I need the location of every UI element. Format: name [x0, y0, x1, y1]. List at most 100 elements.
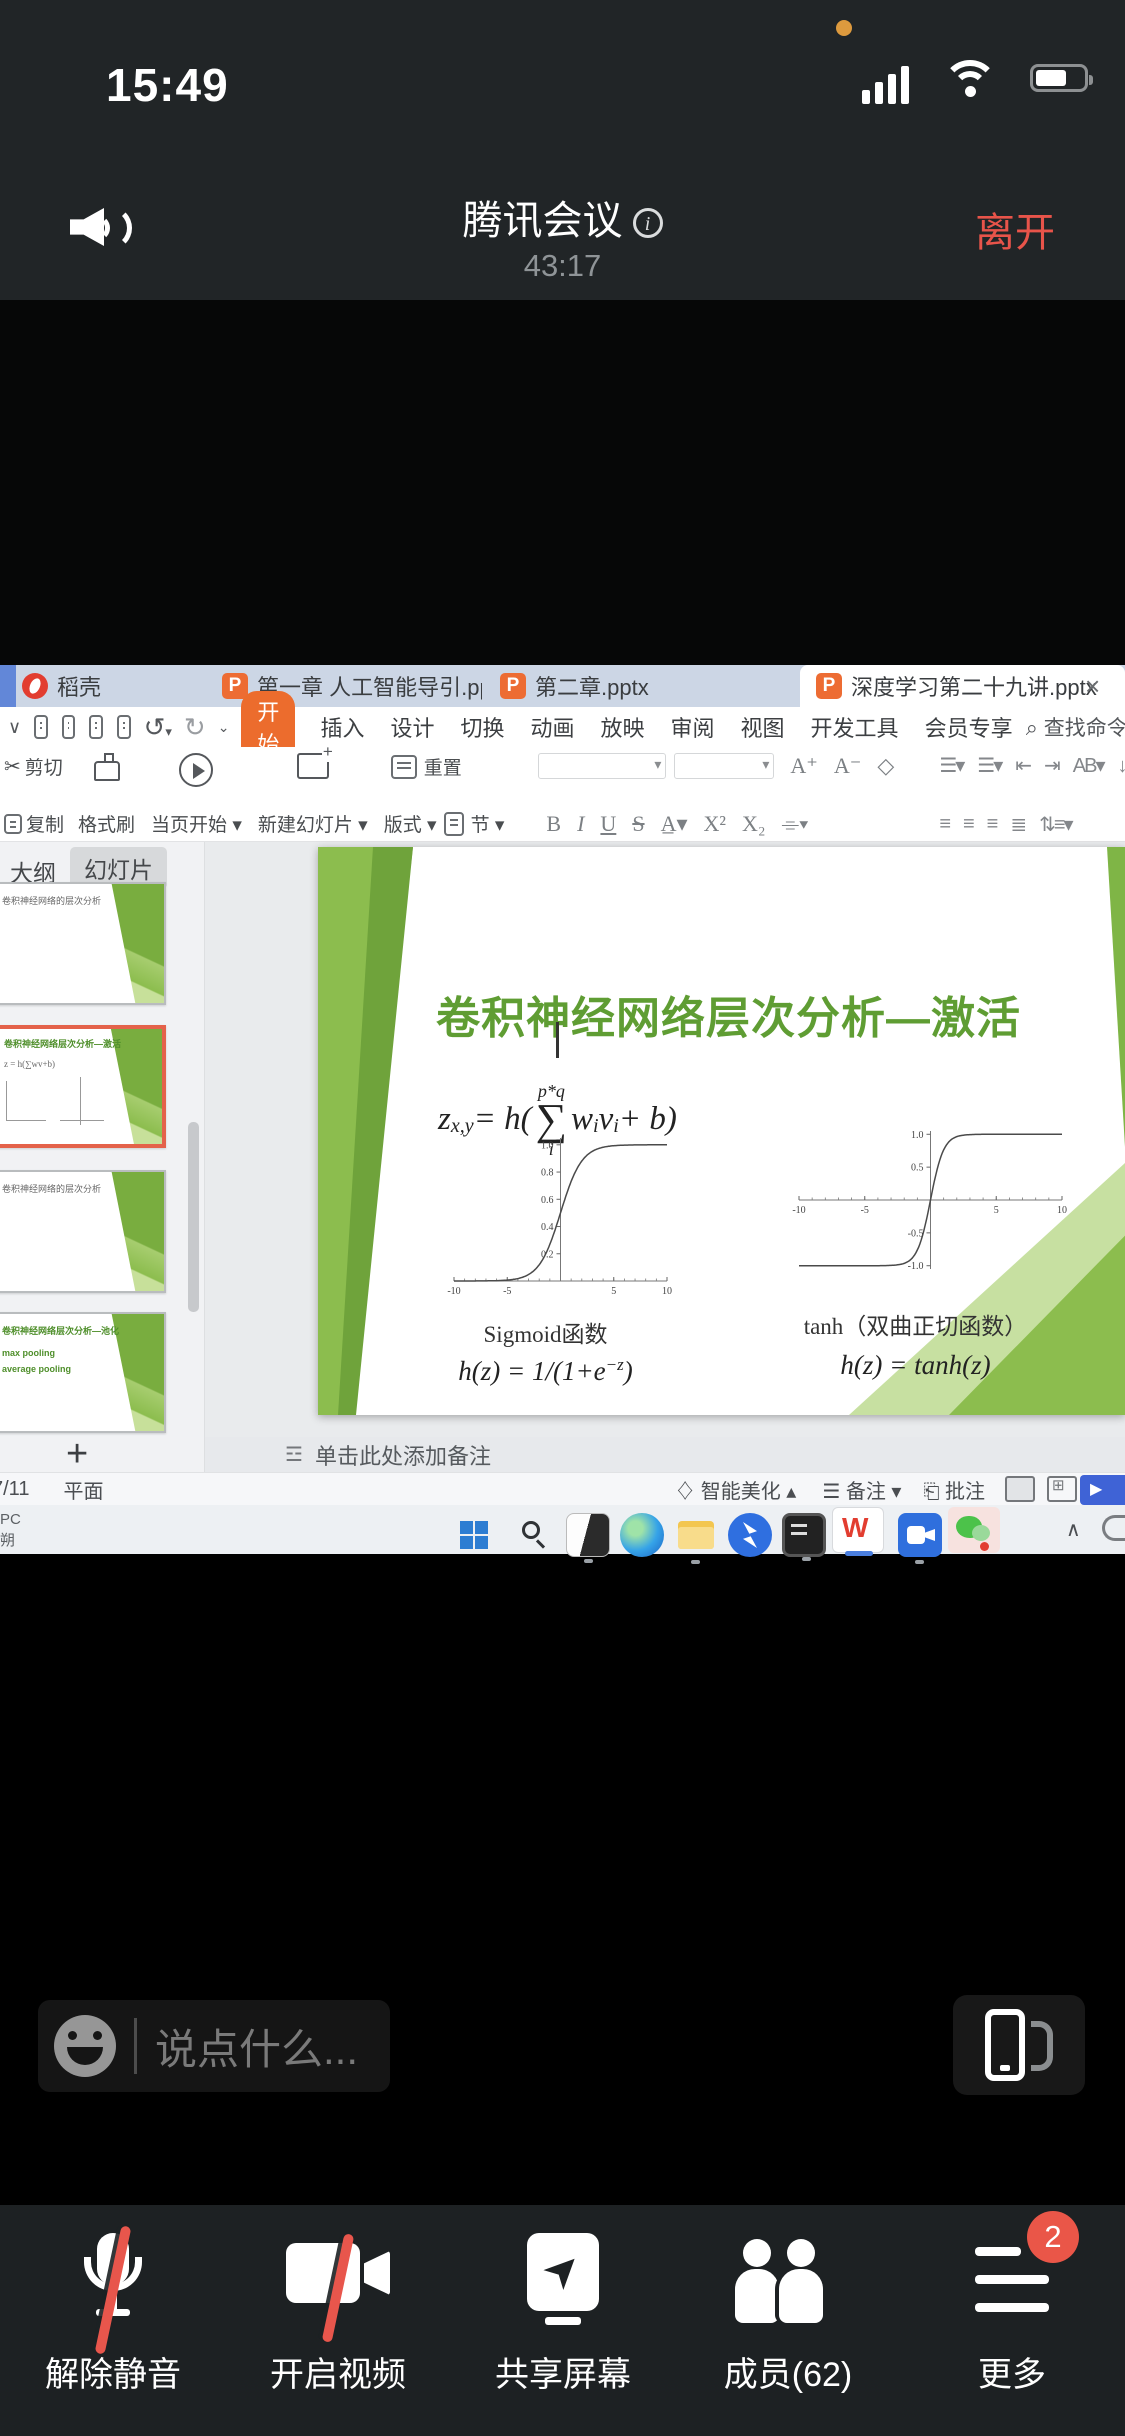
- wps-app-icon-active[interactable]: W: [832, 1507, 884, 1553]
- redo-icon[interactable]: ↻: [184, 712, 206, 743]
- menu-membership[interactable]: 会员专享: [925, 711, 1013, 743]
- italic-button[interactable]: I: [577, 811, 584, 837]
- layout-button[interactable]: 版式 ▾: [384, 810, 437, 837]
- print-icon[interactable]: [89, 715, 103, 739]
- copy-icon: [4, 814, 22, 834]
- new-slide-button[interactable]: 新建幻灯片 ▾: [258, 753, 368, 837]
- bold-button[interactable]: B: [546, 811, 561, 837]
- unmute-button[interactable]: 解除静音: [0, 2233, 226, 2396]
- align-right-button[interactable]: ≡: [987, 813, 997, 836]
- sort-button[interactable]: ↓A▾: [1118, 753, 1125, 778]
- start-video-button[interactable]: 开启视频: [225, 2233, 451, 2396]
- bullet-list-button[interactable]: ☰▾: [939, 753, 963, 778]
- feishu-like-app-icon[interactable]: [728, 1513, 772, 1557]
- command-search[interactable]: ⌕ 查找命令、搜索模板: [1026, 712, 1125, 742]
- tab-close-icon[interactable]: ×: [1085, 671, 1100, 702]
- info-icon[interactable]: i: [633, 208, 663, 238]
- decrease-indent-button[interactable]: ⇤: [1015, 753, 1030, 778]
- menu-design[interactable]: 设计: [390, 711, 434, 743]
- more-button[interactable]: 2 更多: [899, 2233, 1125, 2396]
- taskbar-tray-chevron-icon[interactable]: ∧: [1066, 1517, 1081, 1542]
- undo-icon[interactable]: ↺▾: [144, 712, 172, 743]
- section-button[interactable]: 节 ▾: [471, 810, 505, 837]
- increase-font-icon[interactable]: A⁺: [790, 753, 818, 779]
- normal-view-button[interactable]: [1005, 1476, 1035, 1502]
- add-slide-button[interactable]: +: [66, 1433, 88, 1476]
- share-screen-button[interactable]: ➤ 共享屏幕: [450, 2233, 676, 2396]
- taskbar-widgets-icon[interactable]: [566, 1513, 610, 1557]
- menu-slideshow[interactable]: 放映: [601, 711, 645, 743]
- menu-devtools[interactable]: 开发工具: [811, 711, 899, 743]
- tab-active-deeplearning[interactable]: P 深度学习第二十九讲.pptx: [800, 665, 1125, 707]
- menu-review[interactable]: 审阅: [671, 711, 715, 743]
- terminal-icon[interactable]: [782, 1513, 826, 1557]
- cellular-signal-icon: [862, 66, 914, 106]
- menu-animation[interactable]: 动画: [530, 711, 574, 743]
- format-painter-button[interactable]: 格式刷: [78, 753, 135, 837]
- chat-input[interactable]: 说点什么...: [38, 2000, 390, 2092]
- page-indicator: 7/11: [0, 1478, 29, 1501]
- slide-thumbnail-1[interactable]: 卷积神经网络的层次分析: [0, 882, 166, 1005]
- members-button[interactable]: 成员(62): [675, 2233, 901, 2396]
- export-icon[interactable]: [62, 715, 76, 739]
- menu-insert[interactable]: 插入: [320, 711, 364, 743]
- slideshow-play-button[interactable]: ▶: [1080, 1475, 1125, 1505]
- highlight-button[interactable]: ⌯▾: [782, 811, 809, 837]
- print-preview-icon[interactable]: [117, 715, 131, 739]
- comments-button[interactable]: ⎗ 批注: [923, 1475, 985, 1504]
- shared-screen-wps-window[interactable]: 稻壳 P 第一章 人工智能导引.pptx P 第二章.pptx P 深度学习第二…: [0, 665, 1125, 1554]
- notes-toggle-button[interactable]: ☰ 备注 ▾: [822, 1475, 901, 1504]
- underline-button[interactable]: U: [600, 811, 616, 837]
- slide-thumbnail-4[interactable]: 卷积神经网络层次分析—池化 max pooling average poolin…: [0, 1312, 166, 1433]
- menu-transition[interactable]: 切换: [460, 711, 504, 743]
- copy-button[interactable]: 复制: [4, 810, 64, 837]
- subscript-button[interactable]: X₂: [742, 811, 766, 837]
- file-explorer-icon[interactable]: [674, 1513, 718, 1557]
- wechat-icon[interactable]: [948, 1507, 1000, 1553]
- font-size-select[interactable]: [674, 753, 774, 779]
- tab-docer[interactable]: 稻壳: [22, 665, 202, 707]
- sigmoid-formula: h(z) = 1/(1+e−z): [388, 1355, 703, 1387]
- sidebar-scrollbar[interactable]: [188, 1122, 199, 1312]
- edge-browser-icon[interactable]: [620, 1513, 664, 1557]
- video-letterbox: [0, 300, 1125, 665]
- windows-start-icon[interactable]: [452, 1513, 496, 1557]
- reset-button[interactable]: 重置: [424, 753, 462, 780]
- decrease-font-icon[interactable]: A⁻: [834, 753, 862, 779]
- save-icon[interactable]: [34, 715, 48, 739]
- font-family-select[interactable]: [538, 753, 666, 779]
- numbered-list-button[interactable]: ☰▾: [977, 753, 1001, 778]
- smart-beautify-button[interactable]: ♢ 智能美化 ▴: [675, 1475, 796, 1504]
- text-direction-button[interactable]: AB▾: [1073, 753, 1104, 778]
- increase-indent-button[interactable]: ⇥: [1044, 753, 1059, 778]
- strikethrough-button[interactable]: S: [632, 811, 644, 837]
- font-color-button[interactable]: A̲▾: [661, 811, 688, 837]
- slide-sorter-view-button[interactable]: ⊞: [1047, 1476, 1077, 1502]
- align-left-button[interactable]: ≡: [939, 813, 949, 836]
- slide-thumbnail-2-selected[interactable]: 卷积神经网络层次分析—激活 z = h(∑wv+b): [0, 1025, 166, 1148]
- justify-button[interactable]: ≣: [1010, 812, 1025, 837]
- taskbar-search-icon[interactable]: [512, 1513, 556, 1557]
- menu-view[interactable]: 视图: [741, 711, 785, 743]
- emoji-icon[interactable]: [54, 2015, 116, 2077]
- rotate-screen-button[interactable]: [953, 1995, 1085, 2095]
- chat-placeholder: 说点什么...: [155, 2016, 358, 2077]
- notes-bar[interactable]: ☲ 单击此处添加备注: [205, 1437, 1125, 1472]
- align-center-button[interactable]: ≡: [963, 813, 973, 836]
- cut-button[interactable]: ✂剪切: [4, 753, 64, 780]
- leave-meeting-button[interactable]: 离开: [975, 200, 1055, 258]
- clear-format-icon[interactable]: ◇: [877, 753, 894, 779]
- tab-chapter2[interactable]: P 第二章.pptx: [500, 665, 700, 707]
- slide-thumbnail-3[interactable]: 卷积神经网络的层次分析: [0, 1170, 166, 1293]
- superscript-button[interactable]: X²: [704, 811, 726, 837]
- tencent-meeting-app-icon[interactable]: [898, 1513, 942, 1557]
- ppt-file-icon: P: [816, 673, 842, 699]
- mic-in-use-indicator-dot: [836, 20, 852, 36]
- play-from-current-button[interactable]: 当页开始 ▾: [151, 753, 242, 837]
- view-mode-label: 平面: [63, 1475, 103, 1504]
- section-icon: [444, 812, 464, 836]
- current-slide[interactable]: 卷积神经网络层次分析—激活 zx,y = h( p*q ∑ i wi vi + …: [318, 847, 1125, 1415]
- customize-toolbar-icon[interactable]: ⌄: [218, 719, 230, 736]
- line-spacing-button[interactable]: ⇅≡▾: [1039, 812, 1071, 837]
- collapse-ribbon-icon[interactable]: ∨: [8, 717, 21, 738]
